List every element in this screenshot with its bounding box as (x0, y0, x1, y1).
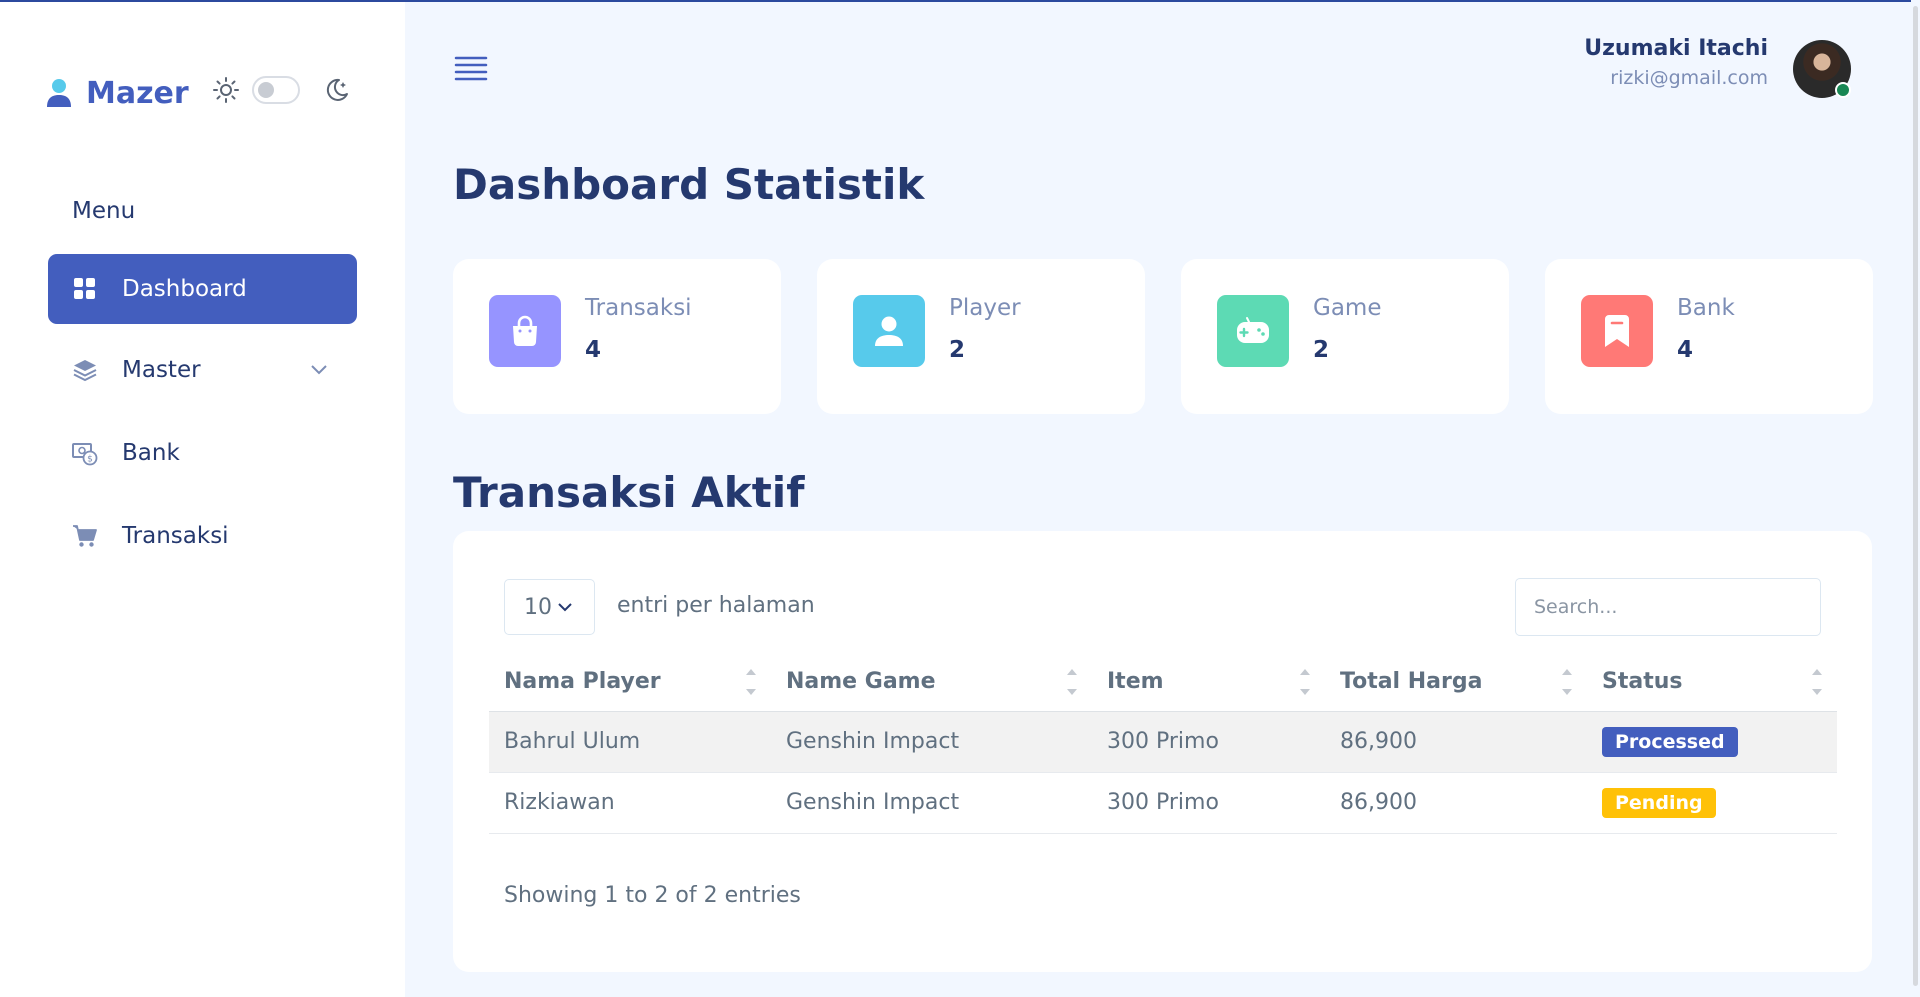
brand-logo[interactable]: Mazer (46, 72, 189, 114)
stat-card-bank: Bank 4 (1545, 259, 1873, 414)
transactions-card: 10 entri per halaman Nama Player Name Ga… (453, 531, 1872, 972)
stat-label: Game (1313, 295, 1382, 321)
hamburger-menu-button[interactable] (454, 54, 488, 88)
stat-value: 2 (1313, 337, 1330, 363)
theme-toggle (212, 76, 350, 104)
stat-value: 4 (1677, 337, 1694, 363)
status-badge: Pending (1602, 787, 1716, 818)
cell-item: 300 Primo (1092, 711, 1325, 773)
sidebar-item-transaksi[interactable]: Transaksi (48, 501, 357, 571)
cell-game: Genshin Impact (771, 711, 1092, 773)
column-header-status[interactable]: Status (1587, 653, 1837, 712)
cell-status: Pending (1587, 772, 1837, 834)
user-email: rizki@gmail.com (1610, 67, 1768, 89)
cell-item: 300 Primo (1092, 772, 1325, 834)
cart-icon (72, 523, 98, 549)
search-input[interactable] (1515, 578, 1821, 636)
column-header-total-harga[interactable]: Total Harga (1325, 653, 1587, 712)
cell-game: Genshin Impact (771, 772, 1092, 834)
stat-value: 2 (949, 337, 966, 363)
scrollbar-thumb[interactable] (1913, 6, 1918, 986)
sort-icon (1562, 669, 1572, 695)
stat-card-transaksi: Transaksi 4 (453, 259, 781, 414)
stat-label: Bank (1677, 295, 1735, 321)
cell-total: 86,900 (1325, 711, 1587, 773)
stat-card-player: Player 2 (817, 259, 1145, 414)
table-row: Bahrul Ulum Genshin Impact 300 Primo 86,… (489, 711, 1837, 773)
cash-icon: $ (72, 440, 98, 466)
svg-text:$: $ (87, 455, 93, 465)
brand-name: Mazer (86, 75, 189, 111)
section-title: Transaksi Aktif (453, 468, 805, 517)
sidebar: Mazer Menu Dashboard Master $ Bank Trans… (0, 2, 405, 997)
page-length-select[interactable]: 10 (504, 579, 595, 635)
page-length-label: entri per halaman (617, 593, 815, 618)
stack-icon (72, 357, 98, 383)
bag-icon (489, 295, 561, 367)
sun-icon (213, 77, 239, 103)
menu-title: Menu (72, 198, 136, 224)
sidebar-item-label: Dashboard (122, 276, 247, 302)
hamburger-icon (454, 56, 488, 81)
table-header-row: Nama Player Name Game Item Total Harga S… (489, 653, 1837, 712)
column-header-name-game[interactable]: Name Game (771, 653, 1092, 712)
user-logo-icon (47, 79, 71, 107)
grid-icon (72, 276, 98, 302)
stat-label: Player (949, 295, 1021, 321)
sort-icon (1067, 669, 1077, 695)
sidebar-item-bank[interactable]: $ Bank (48, 418, 357, 488)
stat-card-game: Game 2 (1181, 259, 1509, 414)
sidebar-item-label: Transaksi (122, 523, 229, 549)
chevron-down-icon (558, 603, 572, 612)
transactions-table: Nama Player Name Game Item Total Harga S… (489, 653, 1837, 834)
cell-status: Processed (1587, 711, 1837, 773)
status-badge: Processed (1602, 726, 1738, 757)
cell-total: 86,900 (1325, 772, 1587, 834)
bookmark-icon (1581, 295, 1653, 367)
page-length-value: 10 (524, 594, 552, 620)
page-title: Dashboard Statistik (453, 160, 925, 209)
column-header-nama-player[interactable]: Nama Player (489, 653, 771, 712)
user-info[interactable]: Uzumaki Itachi rizki@gmail.com (1584, 36, 1768, 89)
sidebar-item-master[interactable]: Master (48, 335, 357, 405)
stat-value: 4 (585, 337, 602, 363)
cell-player: Bahrul Ulum (489, 711, 771, 773)
sort-icon (746, 669, 756, 695)
online-status-dot (1835, 82, 1851, 98)
table-row: Rizkiawan Genshin Impact 300 Primo 86,90… (489, 772, 1837, 834)
cell-player: Rizkiawan (489, 772, 771, 834)
switch-knob (258, 82, 274, 98)
sort-icon (1812, 669, 1822, 695)
chevron-down-icon[interactable] (309, 359, 329, 379)
page-scrollbar[interactable] (1911, 0, 1920, 997)
sidebar-item-label: Master (122, 357, 201, 383)
stat-label: Transaksi (585, 295, 692, 321)
table-info: Showing 1 to 2 of 2 entries (504, 883, 801, 908)
sidebar-item-label: Bank (122, 440, 180, 466)
column-header-item[interactable]: Item (1092, 653, 1325, 712)
dark-mode-switch[interactable] (252, 76, 300, 104)
user-name: Uzumaki Itachi (1584, 36, 1768, 61)
sort-icon (1300, 669, 1310, 695)
moon-icon (326, 78, 348, 101)
person-icon (853, 295, 925, 367)
controller-icon (1217, 295, 1289, 367)
sidebar-item-dashboard[interactable]: Dashboard (48, 254, 357, 324)
